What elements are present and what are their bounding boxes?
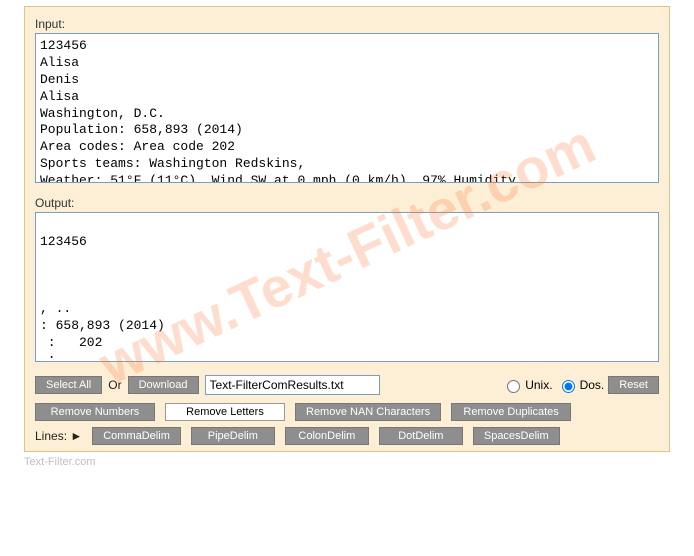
- unix-radio-label[interactable]: Unix.: [502, 377, 552, 393]
- input-label: Input:: [35, 17, 659, 31]
- unix-radio-text: Unix.: [525, 378, 552, 392]
- output-textarea[interactable]: [35, 212, 659, 362]
- pipe-delim-button[interactable]: PipeDelim: [191, 427, 275, 445]
- output-label: Output:: [35, 196, 659, 210]
- lines-label: Lines: ►: [35, 429, 82, 443]
- download-button[interactable]: Download: [128, 376, 199, 394]
- footer-text: Text-Filter.com: [24, 456, 670, 468]
- select-all-button[interactable]: Select All: [35, 376, 102, 394]
- toolbar-remove: Remove Numbers Remove Letters Remove NAN…: [35, 403, 659, 421]
- comma-delim-button[interactable]: CommaDelim: [92, 427, 181, 445]
- input-panel: Input:: [35, 17, 659, 186]
- dos-radio-text: Dos.: [580, 378, 605, 392]
- main-panel: Input: Output: Select All Or Download Un…: [24, 6, 670, 452]
- filename-input[interactable]: [205, 375, 380, 395]
- unix-radio[interactable]: [507, 380, 520, 393]
- toolbar-download: Select All Or Download Unix. Dos. Reset: [35, 375, 659, 395]
- remove-nan-button[interactable]: Remove NAN Characters: [295, 403, 441, 421]
- dot-delim-button[interactable]: DotDelim: [379, 427, 463, 445]
- toolbar-delim: Lines: ► CommaDelim PipeDelim ColonDelim…: [35, 427, 659, 445]
- remove-letters-button[interactable]: Remove Letters: [165, 403, 285, 421]
- line-ending-group: Unix. Dos. Reset: [502, 376, 659, 394]
- spaces-delim-button[interactable]: SpacesDelim: [473, 427, 560, 445]
- dos-radio[interactable]: [562, 380, 575, 393]
- remove-duplicates-button[interactable]: Remove Duplicates: [451, 403, 571, 421]
- reset-button[interactable]: Reset: [608, 376, 659, 394]
- remove-numbers-button[interactable]: Remove Numbers: [35, 403, 155, 421]
- colon-delim-button[interactable]: ColonDelim: [285, 427, 369, 445]
- output-panel: Output:: [35, 196, 659, 365]
- input-textarea[interactable]: [35, 33, 659, 183]
- dos-radio-label[interactable]: Dos.: [557, 377, 605, 393]
- or-text: Or: [108, 378, 121, 392]
